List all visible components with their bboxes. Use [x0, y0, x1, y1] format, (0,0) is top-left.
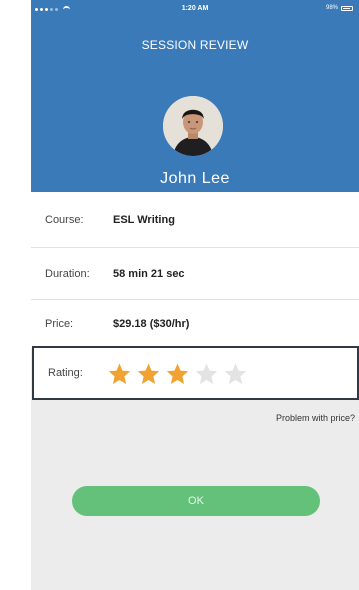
battery-indicator: 98%	[326, 5, 353, 11]
star-rating[interactable]	[106, 362, 249, 386]
price-label: Price:	[45, 318, 74, 330]
duration-label: Duration:	[45, 267, 90, 280]
phone-screen: 1:20 AM 98% SESSION REVIEW John Lee Cour…	[31, 0, 359, 590]
tutor-name: John Lee	[160, 170, 230, 187]
battery-icon	[341, 5, 353, 11]
battery-percent: 98%	[325, 5, 338, 11]
price-value: $29.18 ($30/hr)	[113, 318, 190, 330]
person-photo-icon	[163, 96, 223, 156]
price-row: Price: $29.18 ($30/hr)	[31, 300, 359, 348]
rating-label: Rating:	[48, 367, 83, 379]
session-review-header: 1:20 AM 98% SESSION REVIEW John Lee	[31, 0, 359, 192]
course-value: ESL Writing	[113, 213, 175, 226]
star-icon[interactable]	[222, 362, 249, 386]
page-title: SESSION REVIEW	[141, 38, 249, 52]
star-icon[interactable]	[135, 362, 162, 386]
avatar	[163, 96, 223, 156]
duration-value: 58 min 21 sec	[113, 267, 185, 280]
problem-with-price-link[interactable]: Problem with price?	[276, 413, 355, 423]
rating-row: Rating:	[32, 346, 359, 400]
star-icon[interactable]	[164, 362, 191, 386]
course-row: Course: ESL Writing	[31, 192, 359, 248]
course-label: Course:	[45, 213, 84, 226]
status-bar: 1:20 AM 98%	[31, 0, 359, 20]
ok-button[interactable]: OK	[72, 486, 320, 516]
star-icon[interactable]	[106, 362, 133, 386]
status-time: 1:20 AM	[181, 5, 209, 12]
star-icon[interactable]	[193, 362, 220, 386]
duration-row: Duration: 58 min 21 sec	[31, 248, 359, 300]
